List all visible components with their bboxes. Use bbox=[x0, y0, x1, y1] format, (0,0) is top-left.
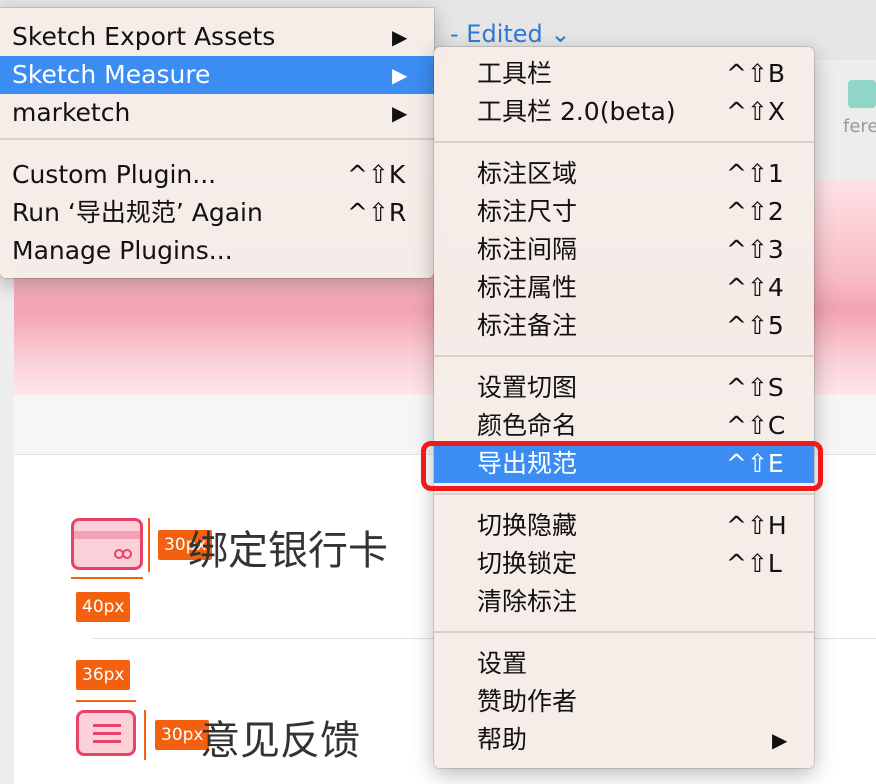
menu-item-shortcut: ^⇧4 bbox=[726, 273, 784, 302]
menu-item-sketch-measure[interactable]: Sketch Measure ▶ bbox=[0, 56, 434, 94]
menu-item-shortcut: ^⇧B bbox=[726, 59, 786, 88]
menu-item-shortcut: ^⇧K bbox=[347, 160, 406, 189]
menu-item-run-again[interactable]: Run ‘导出规范’ Again ^⇧R bbox=[0, 194, 434, 232]
measure-width-tag: 40px bbox=[76, 592, 131, 622]
bank-card-icon bbox=[71, 518, 143, 570]
menu-item-clear-marks[interactable]: 清除标注 bbox=[434, 583, 814, 621]
menu-item-shortcut: ^⇧3 bbox=[726, 235, 784, 264]
feedback-icon bbox=[76, 710, 136, 756]
menu-item-mark-note[interactable]: 标注备注 ^⇧5 bbox=[434, 307, 814, 345]
measure-width-line bbox=[76, 700, 136, 702]
row-title-feedback: 意见反馈 bbox=[200, 718, 360, 764]
measure-height-line bbox=[144, 710, 146, 760]
document-title-edited[interactable]: - Edited ⌄ bbox=[450, 20, 571, 48]
menu-item-shortcut: ^⇧5 bbox=[726, 311, 784, 340]
menu-item-manage-plugins[interactable]: Manage Plugins... bbox=[0, 232, 434, 270]
toolbar-tool-icon[interactable] bbox=[848, 80, 876, 108]
menu-item-label: 设置切图 bbox=[477, 373, 578, 402]
plugins-menu: Sketch Export Assets ▶ Sketch Measure ▶ … bbox=[0, 8, 434, 278]
menu-item-shortcut: ^⇧C bbox=[726, 411, 786, 440]
measure-width-tag: 36px bbox=[76, 660, 131, 690]
menu-item-label: marketch bbox=[12, 98, 131, 127]
menu-item-label: 清除标注 bbox=[477, 587, 578, 616]
menu-item-mark-properties[interactable]: 标注属性 ^⇧4 bbox=[434, 269, 814, 307]
submenu-arrow-icon: ▶ bbox=[392, 25, 408, 49]
menu-item-label: Sketch Measure bbox=[12, 60, 211, 89]
menu-item-toolbar-2[interactable]: 工具栏 2.0(beta) ^⇧X bbox=[434, 93, 814, 131]
menu-separator bbox=[0, 136, 434, 142]
menu-item-sponsor[interactable]: 赞助作者 bbox=[434, 683, 814, 721]
menu-separator bbox=[434, 353, 814, 359]
card-dots-icon bbox=[114, 549, 132, 559]
submenu-arrow-icon: ▶ bbox=[772, 728, 788, 752]
menu-item-help[interactable]: 帮助 ▶ bbox=[434, 721, 814, 759]
menu-item-shortcut: ^⇧S bbox=[726, 373, 784, 402]
menu-item-settings[interactable]: 设置 bbox=[434, 645, 814, 683]
menu-separator bbox=[434, 139, 814, 145]
row-title-bank-card: 绑定银行卡 bbox=[188, 528, 388, 574]
menu-item-mark-area[interactable]: 标注区域 ^⇧1 bbox=[434, 155, 814, 193]
menu-item-shortcut: ^⇧X bbox=[726, 97, 786, 126]
menu-item-label: 标注属性 bbox=[477, 273, 578, 302]
menu-item-set-slice[interactable]: 设置切图 ^⇧S bbox=[434, 369, 814, 407]
menu-item-label: Custom Plugin... bbox=[12, 160, 217, 189]
submenu-arrow-icon: ▶ bbox=[392, 101, 408, 125]
menu-item-mark-spacing[interactable]: 标注间隔 ^⇧3 bbox=[434, 231, 814, 269]
menu-item-label: 标注备注 bbox=[477, 311, 578, 340]
menu-item-label: Sketch Export Assets bbox=[12, 22, 276, 51]
menu-item-label: Manage Plugins... bbox=[12, 236, 233, 265]
menu-item-color-names[interactable]: 颜色命名 ^⇧C bbox=[434, 407, 814, 445]
menu-item-label: 切换锁定 bbox=[477, 549, 578, 578]
menu-item-sketch-export-assets[interactable]: Sketch Export Assets ▶ bbox=[0, 18, 434, 56]
menu-item-mark-size[interactable]: 标注尺寸 ^⇧2 bbox=[434, 193, 814, 231]
menu-item-label: 工具栏 bbox=[477, 59, 553, 88]
menu-item-label: 标注区域 bbox=[477, 159, 578, 188]
menu-item-label: 赞助作者 bbox=[477, 687, 578, 716]
menu-item-shortcut: ^⇧1 bbox=[726, 159, 784, 188]
menu-item-label: 工具栏 2.0(beta) bbox=[477, 97, 676, 126]
menu-item-label: Run ‘导出规范’ Again bbox=[12, 198, 263, 227]
sketch-measure-submenu: 工具栏 ^⇧B 工具栏 2.0(beta) ^⇧X 标注区域 ^⇧1 标注尺寸 … bbox=[434, 47, 814, 768]
menu-separator bbox=[434, 491, 814, 497]
menu-item-toolbar[interactable]: 工具栏 ^⇧B bbox=[434, 55, 814, 93]
menu-item-label: 切换隐藏 bbox=[477, 511, 578, 540]
menu-separator bbox=[434, 629, 814, 635]
menu-item-label: 标注间隔 bbox=[477, 235, 578, 264]
toolbar-tool-label: fere bbox=[843, 116, 876, 137]
submenu-arrow-icon: ▶ bbox=[392, 63, 408, 87]
measure-width-line bbox=[71, 577, 143, 579]
menu-item-custom-plugin[interactable]: Custom Plugin... ^⇧K bbox=[0, 156, 434, 194]
menu-item-label: 标注尺寸 bbox=[477, 197, 578, 226]
measure-height-line bbox=[148, 518, 150, 572]
menu-item-toggle-locked[interactable]: 切换锁定 ^⇧L bbox=[434, 545, 814, 583]
menu-item-shortcut: ^⇧2 bbox=[726, 197, 784, 226]
highlight-annotation-box bbox=[421, 441, 823, 491]
menu-item-shortcut: ^⇧L bbox=[726, 549, 782, 578]
menu-item-shortcut: ^⇧R bbox=[347, 198, 407, 227]
menu-item-toggle-hidden[interactable]: 切换隐藏 ^⇧H bbox=[434, 507, 814, 545]
menu-item-shortcut: ^⇧H bbox=[726, 511, 787, 540]
menu-item-label: 设置 bbox=[477, 649, 528, 678]
menu-item-marketch[interactable]: marketch ▶ bbox=[0, 94, 434, 132]
menu-item-label: 帮助 bbox=[477, 725, 528, 754]
menu-item-label: 颜色命名 bbox=[477, 411, 578, 440]
